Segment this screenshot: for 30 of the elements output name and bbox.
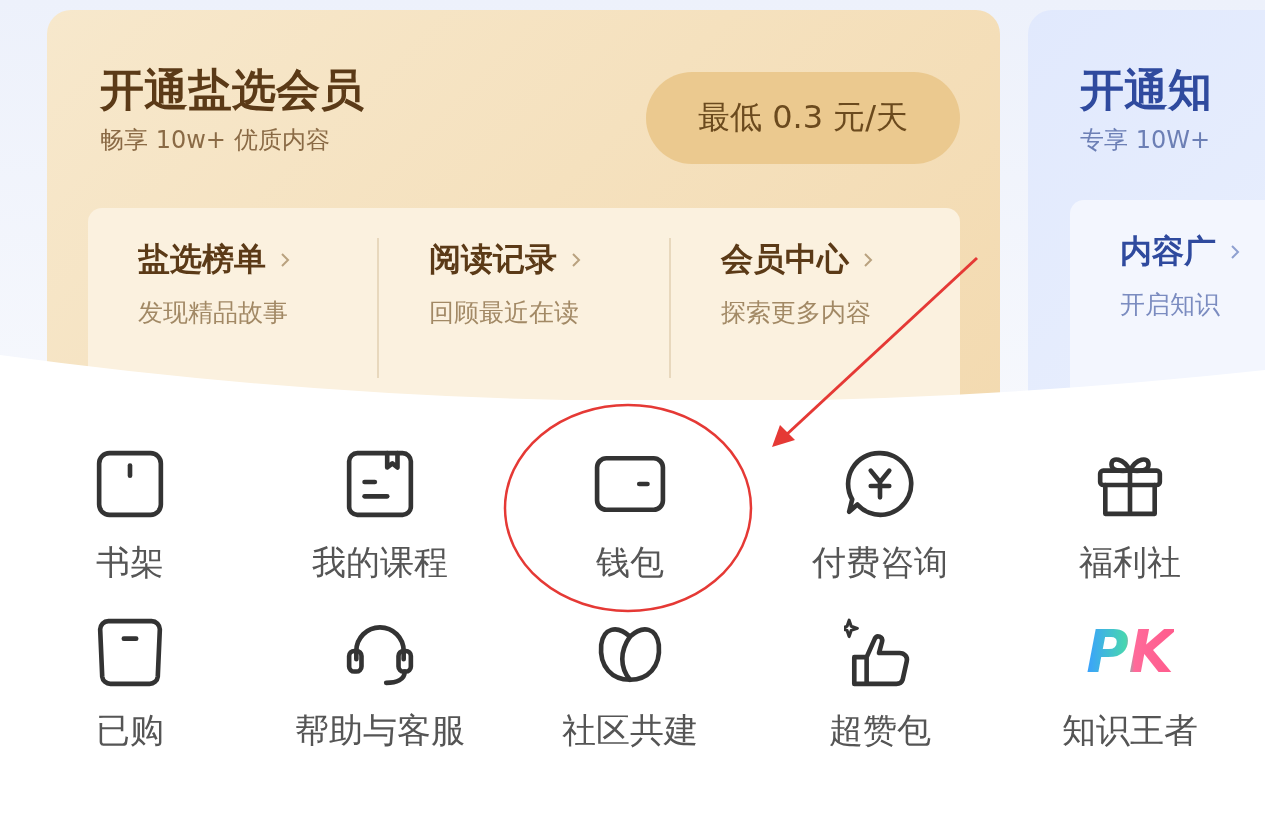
shortcut-description: 探索更多内容 xyxy=(720,297,872,329)
shortcut-link[interactable]: 盐选榜单 xyxy=(138,238,266,282)
menu-item[interactable]: 付费咨询 xyxy=(755,448,1005,586)
menu-item[interactable]: 超赞包 xyxy=(755,616,1005,754)
menu-item[interactable]: 我的课程 xyxy=(255,448,505,586)
card-subtitle: 畅享 10w+ 优质内容 xyxy=(100,125,331,156)
chevron-icon xyxy=(571,252,582,268)
shortcut-link[interactable]: 阅读记录 xyxy=(429,238,558,282)
shortcut-description: 发现精品故事 xyxy=(138,297,289,329)
chevron-icon xyxy=(1230,244,1240,260)
shortcut-description: 开启知识 xyxy=(1120,289,1221,321)
card-title: 开通盐选会员 xyxy=(100,63,364,117)
menu-item[interactable]: PK 知识王者 xyxy=(1005,616,1255,754)
menu-item[interactable]: 社区共建 xyxy=(505,616,755,754)
menu-item[interactable]: 帮助与客服 xyxy=(255,616,505,754)
menu-item[interactable]: 钱包 xyxy=(505,448,755,586)
price-button[interactable]: 最低 0.3 元/天 xyxy=(646,72,960,164)
card-subtitle: 专享 10W+ xyxy=(1080,125,1211,156)
card-title: 开通知 xyxy=(1080,63,1212,117)
menu-item[interactable]: 福利社 xyxy=(1005,448,1255,586)
shortcut-link[interactable]: 内容广 xyxy=(1120,230,1216,274)
shortcut-link[interactable]: 会员中心 xyxy=(720,238,849,282)
menu-item[interactable]: 书架 xyxy=(5,448,255,586)
document-icon xyxy=(344,448,416,520)
yuan-bubble-icon xyxy=(844,448,916,520)
menu-item[interactable]: 已购 xyxy=(5,616,255,754)
shortcut-description: 回顾最近在读 xyxy=(429,297,581,329)
book-icon xyxy=(94,448,166,520)
chevron-icon xyxy=(280,252,290,268)
chevron-icon xyxy=(862,252,873,268)
